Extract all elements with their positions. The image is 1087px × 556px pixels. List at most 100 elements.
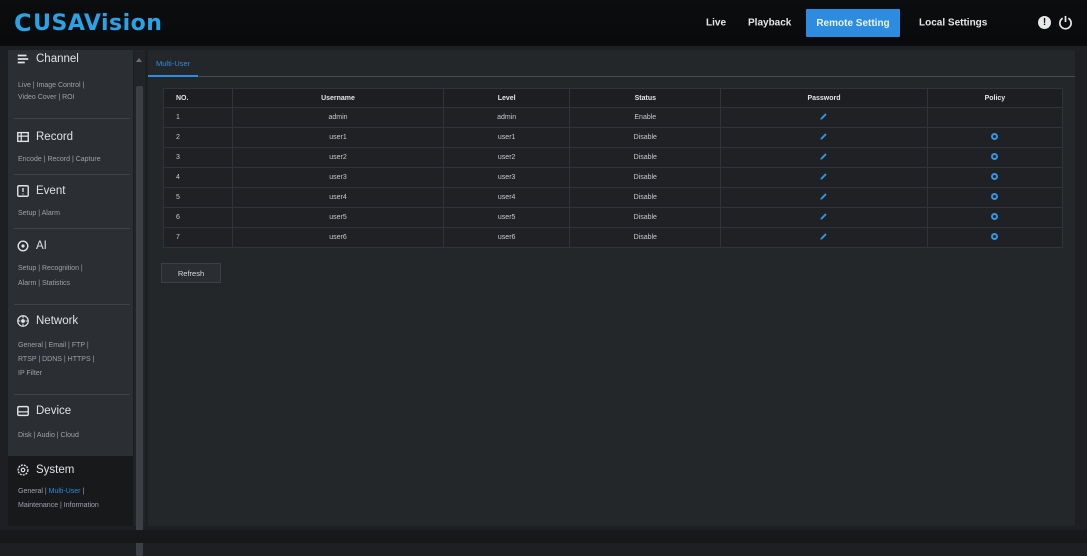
sidebar-link-general[interactable]: General |: [18, 488, 49, 495]
cell-username: user2: [232, 147, 444, 168]
cell-password: [720, 147, 928, 168]
edit-icon[interactable]: [819, 132, 828, 141]
help-icon[interactable]: !: [1038, 16, 1051, 29]
nav-playback[interactable]: Playback: [748, 18, 791, 29]
cell-level: user6: [442, 227, 571, 248]
ai-icon: [17, 240, 29, 252]
cell-policy: [926, 207, 1064, 228]
table-row[interactable]: 2 user1 user1 Disable: [163, 127, 1064, 148]
scroll-up-arrow-icon[interactable]: [136, 58, 142, 62]
sidebar-section-ai[interactable]: AI: [16, 239, 47, 253]
cell-no: 4: [163, 167, 233, 188]
sidebar-channel-links[interactable]: Live | Image Control |: [18, 80, 84, 92]
cell-policy: [926, 107, 1064, 128]
sidebar-ai-links[interactable]: Alarm | Statistics: [18, 278, 70, 290]
sidebar-event-links[interactable]: Setup | Alarm: [18, 208, 60, 220]
divider: [14, 118, 130, 119]
sidebar-record-links[interactable]: Encode | Record | Capture: [18, 154, 101, 166]
edit-icon[interactable]: [819, 212, 828, 221]
table-row[interactable]: 3 user2 user2 Disable: [163, 147, 1064, 168]
channel-icon: [17, 54, 29, 64]
nav-local-settings[interactable]: Local Settings: [919, 18, 987, 29]
cell-username: user5: [232, 207, 444, 228]
network-icon: [17, 315, 29, 327]
cell-level: user4: [442, 187, 571, 208]
gear-icon[interactable]: [991, 213, 999, 220]
nav-remote-setting[interactable]: Remote Setting: [806, 9, 900, 37]
table-header-row: NO. Username Level Status Password Polic…: [163, 88, 1064, 108]
gear-icon[interactable]: [991, 133, 999, 140]
tab-active-indicator: [148, 75, 198, 77]
table-row[interactable]: 7 user6 user6 Disable: [163, 227, 1064, 248]
device-icon: [17, 405, 29, 417]
table-row[interactable]: 1 admin admin Enable: [163, 107, 1064, 128]
sidebar-channel-links[interactable]: Video Cover | ROI: [18, 92, 75, 104]
sidebar-section-record[interactable]: Record: [16, 130, 73, 144]
sidebar-network-links[interactable]: IP Filter: [18, 368, 42, 380]
tab-divider: [148, 76, 1075, 77]
divider: [14, 174, 130, 175]
brand-logo: C USAVision: [14, 8, 162, 38]
sidebar-section-event[interactable]: Event: [16, 184, 65, 198]
cell-no: 6: [163, 207, 233, 228]
cell-level: user3: [442, 167, 571, 188]
cell-username: user1: [232, 127, 444, 148]
sidebar-section-label: Event: [36, 185, 66, 197]
sidebar-device-links[interactable]: Disk | Audio | Cloud: [18, 430, 79, 442]
edit-icon[interactable]: [819, 152, 828, 161]
sidebar-ai-links[interactable]: Setup | Recognition |: [18, 263, 83, 275]
sidebar-network-links[interactable]: RTSP | DDNS | HTTPS |: [18, 354, 94, 366]
tab-multi-user[interactable]: Multi-User: [156, 59, 190, 73]
column-header-password: Password: [720, 88, 928, 108]
sidebar-link-multi-user[interactable]: Multi-User: [49, 488, 81, 495]
sidebar-section-network[interactable]: Network: [16, 314, 78, 328]
sidebar-scrollbar[interactable]: [134, 50, 145, 556]
cell-policy: [926, 127, 1064, 148]
cell-policy: [926, 147, 1064, 168]
gear-icon[interactable]: [991, 233, 999, 240]
sidebar-section-label: Network: [36, 315, 79, 327]
main-panel: Multi-User NO. Username Level Status Pas…: [148, 50, 1075, 526]
table-row[interactable]: 5 user4 user4 Disable: [163, 187, 1064, 208]
cell-username: user6: [232, 227, 444, 248]
users-table: NO. Username Level Status Password Polic…: [163, 88, 1064, 248]
column-header-no: NO.: [163, 88, 233, 108]
sidebar-system-links[interactable]: Maintenance | Information: [18, 500, 99, 512]
nav-live[interactable]: Live: [706, 18, 726, 29]
cell-username: user4: [232, 187, 444, 208]
sidebar-section-device[interactable]: Device: [16, 404, 71, 418]
event-icon: [17, 185, 29, 197]
refresh-button[interactable]: Refresh: [161, 263, 221, 283]
divider: [14, 228, 130, 229]
scrollbar-thumb[interactable]: [136, 86, 143, 556]
cell-status: Disable: [569, 167, 722, 188]
column-header-policy: Policy: [926, 88, 1064, 108]
column-header-username: Username: [232, 88, 444, 108]
table-row[interactable]: 6 user5 user5 Disable: [163, 207, 1064, 228]
sidebar-system-links: General | Multi-User |: [18, 486, 84, 498]
sidebar-section-channel[interactable]: Channel: [16, 52, 79, 66]
logo-text: USAVision: [33, 10, 163, 36]
column-header-status: Status: [569, 88, 722, 108]
sidebar-network-links[interactable]: General | Email | FTP |: [18, 340, 89, 352]
sidebar-section-label: Channel: [36, 53, 79, 65]
cell-password: [720, 187, 928, 208]
cell-policy: [926, 227, 1064, 248]
cell-username: user3: [232, 167, 444, 188]
edit-icon[interactable]: [819, 192, 828, 201]
table-row[interactable]: 4 user3 user3 Disable: [163, 167, 1064, 188]
cell-no: 7: [163, 227, 233, 248]
edit-icon[interactable]: [819, 112, 828, 121]
cell-password: [720, 107, 928, 128]
edit-icon[interactable]: [819, 172, 828, 181]
edit-icon[interactable]: [819, 232, 828, 241]
gear-icon[interactable]: [991, 153, 999, 160]
logo-mark: C: [14, 9, 33, 37]
bottom-strip: [0, 530, 1087, 543]
sidebar-section-label: Record: [36, 131, 74, 143]
gear-icon[interactable]: [991, 193, 999, 200]
sidebar-section-system[interactable]: System: [16, 463, 74, 477]
divider: [14, 394, 130, 395]
gear-icon[interactable]: [991, 173, 999, 180]
power-icon[interactable]: [1058, 15, 1073, 30]
